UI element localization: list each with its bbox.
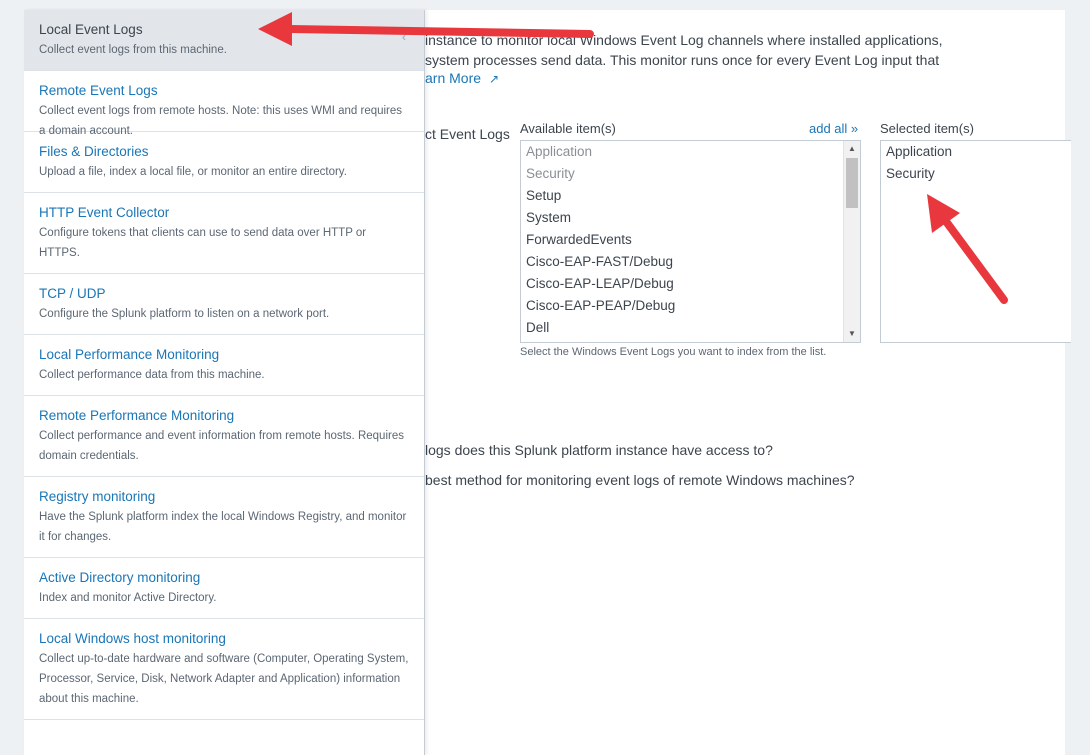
add-all-link[interactable]: add all » [809, 121, 858, 136]
sidebar-item-description: Collect performance and event informatio… [39, 430, 404, 462]
faq-question-2[interactable]: best method for monitoring event logs of… [425, 472, 855, 488]
available-list-item[interactable]: Setup [521, 185, 860, 207]
sidebar-item-title: TCP / UDP [39, 286, 106, 301]
sidebar-item-title: Registry monitoring [39, 489, 156, 504]
selected-list-item[interactable]: Application [881, 141, 1071, 163]
chevron-left-icon: ‹ [402, 30, 406, 44]
sidebar-item[interactable]: Files & Directories Upload a file, index … [24, 132, 424, 193]
sidebar-item-description: Index and monitor Active Directory. [39, 592, 217, 604]
available-list-item[interactable]: Cisco-EAP-PEAP/Debug [521, 295, 860, 317]
available-list-item[interactable]: Dell [521, 317, 860, 339]
available-list-item[interactable]: Cisco-EAP-LEAP/Debug [521, 273, 860, 295]
available-list-item[interactable]: Security [521, 163, 860, 185]
sidebar-item[interactable]: Remote Performance Monitoring Collect per… [24, 396, 424, 477]
available-list-item[interactable]: Cisco-EAP-FAST/Debug [521, 251, 860, 273]
input-type-sidebar: Local Event Logs Collect event logs from … [24, 10, 425, 755]
available-list-item[interactable]: System [521, 207, 860, 229]
sidebar-item-description: Configure tokens that clients can use to… [39, 227, 367, 259]
sidebar-item[interactable]: Local Performance Monitoring Collect perf… [24, 335, 424, 396]
sidebar-item[interactable]: HTTP Event Collector Configure tokens tha… [24, 193, 424, 274]
scroll-down-icon[interactable]: ▼ [844, 326, 860, 342]
sidebar-item-description: Collect event logs from this machine. [39, 44, 227, 56]
sidebar-item[interactable]: Registry monitoring Have the Splunk platf… [24, 477, 424, 558]
selected-list-item[interactable]: Security [881, 163, 1071, 185]
sidebar-item[interactable]: Local Windows host monitoring Collect up-… [24, 619, 424, 720]
sidebar-item[interactable]: TCP / UDP Configure the Splunk platform t… [24, 274, 424, 335]
sidebar-item-title: Local Performance Monitoring [39, 347, 220, 362]
sidebar-item-title: Remote Performance Monitoring [39, 408, 235, 423]
external-link-icon: ↗ [489, 72, 500, 86]
sidebar-item-description: Collect up-to-date hardware and software… [39, 653, 409, 705]
sidebar-item-description: Configure the Splunk platform to listen … [39, 308, 330, 320]
sidebar-item[interactable]: Local Event Logs Collect event logs from … [24, 10, 424, 71]
available-list-scrollbar[interactable]: ▲ ▼ [843, 141, 860, 342]
faq-question-1[interactable]: logs does this Splunk platform instance … [425, 442, 773, 458]
select-event-logs-label: ct Event Logs [425, 126, 510, 142]
event-logs-hint: Select the Windows Event Logs you want t… [520, 346, 827, 358]
sidebar-item-title: Files & Directories [39, 144, 149, 159]
scroll-up-icon[interactable]: ▲ [844, 141, 860, 157]
sidebar-item-description: Upload a file, index a local file, or mo… [39, 166, 347, 178]
available-list-item[interactable]: Application [521, 141, 860, 163]
sidebar-item-title: Local Windows host monitoring [39, 631, 226, 646]
sidebar-item-title: Active Directory monitoring [39, 570, 201, 585]
monitor-description: instance to monitor local Windows Event … [425, 32, 943, 68]
sidebar-item-description: Have the Splunk platform index the local… [39, 511, 407, 543]
sidebar-item-description: Collect performance data from this machi… [39, 369, 265, 381]
sidebar-item[interactable]: Active Directory monitoring Index and mon… [24, 558, 424, 619]
available-items-label: Available item(s) [520, 121, 616, 136]
available-items-list[interactable]: Application Security Setup System ForwardedE… [520, 140, 861, 343]
scroll-thumb[interactable] [846, 158, 858, 208]
sidebar-item-title: Remote Event Logs [39, 83, 158, 98]
sidebar-item-title: Local Event Logs [39, 22, 143, 37]
selected-items-label: Selected item(s) [880, 121, 974, 136]
available-list-item[interactable]: ForwardedEvents [521, 229, 860, 251]
learn-more-label: arn More [425, 70, 482, 86]
sidebar-item-title: HTTP Event Collector [39, 205, 170, 220]
learn-more-link[interactable]: arn More ↗ [425, 70, 499, 86]
selected-items-list[interactable]: Application Security [880, 140, 1071, 343]
sidebar-item[interactable]: Remote Event Logs Collect event logs from… [24, 71, 424, 137]
